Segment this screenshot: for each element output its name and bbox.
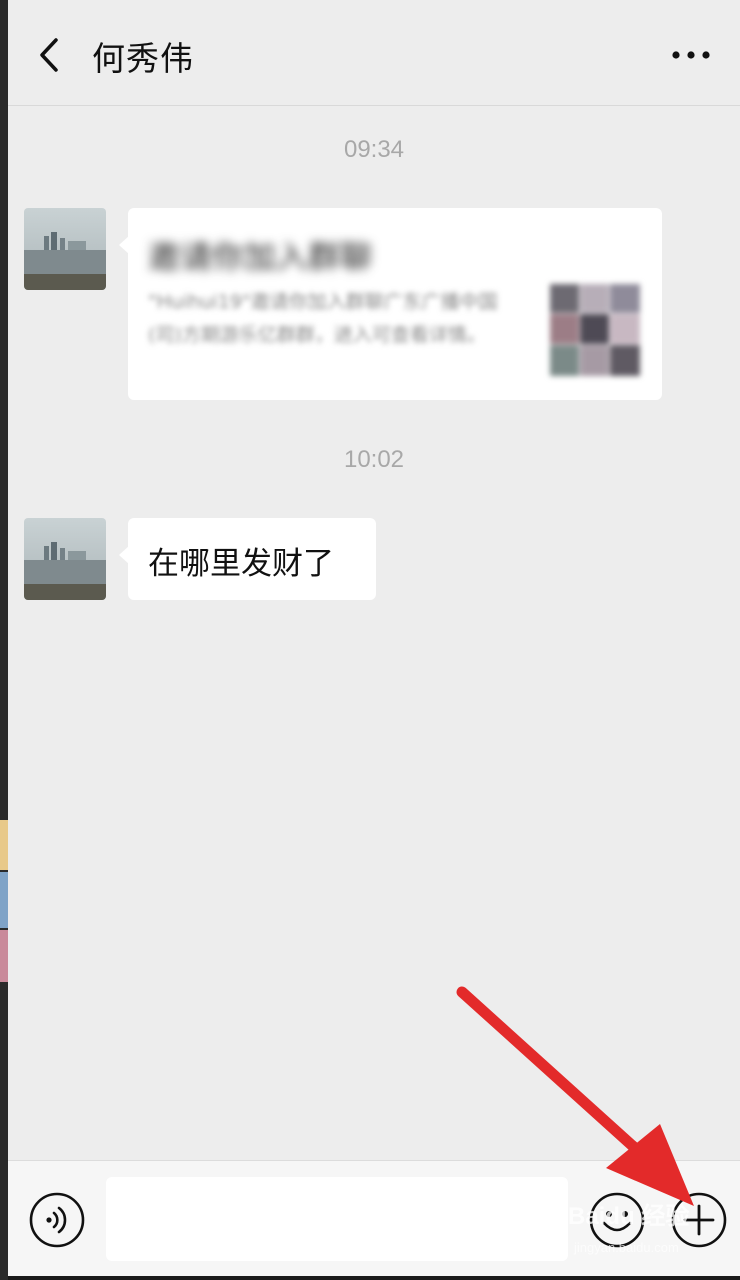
invite-card-title: 邀请你加入群聊 (148, 238, 373, 276)
voice-icon[interactable] (28, 1191, 86, 1249)
message-input[interactable] (106, 1177, 568, 1261)
invite-card-description: "Huihui19"邀请你加入群聊广东广播中国(司)方期游乐亿群群，进入可查看详… (148, 291, 498, 346)
watermark-url: jingyan.baidu.com (574, 1240, 679, 1255)
timestamp: 09:34 (343, 136, 405, 163)
left-edge-strip (0, 0, 8, 1280)
watermark-logo: Baidu 经验 (568, 1203, 690, 1230)
chevron-left-icon[interactable] (32, 36, 66, 74)
invite-card[interactable]: 邀请你加入群聊 "Huihui19"邀请你加入群聊广东广播中国(司)方期游乐亿群… (119, 208, 662, 400)
message-bubble[interactable]: 在哪里发财了 (119, 518, 376, 600)
avatar[interactable] (24, 208, 106, 290)
group-thumbnail (550, 284, 640, 376)
message-text: 在哪里发财了 (148, 546, 334, 582)
more-dots-icon[interactable] (668, 40, 714, 70)
avatar[interactable] (24, 518, 106, 600)
chat-title: 何秀伟 (92, 39, 194, 78)
chat-screen: 何秀伟 09:34 邀请你加入群聊 "Huihui19"邀请你加入群聊广东广播中… (8, 0, 740, 1276)
chat-header: 何秀伟 (8, 0, 740, 106)
timestamp: 10:02 (343, 446, 405, 473)
